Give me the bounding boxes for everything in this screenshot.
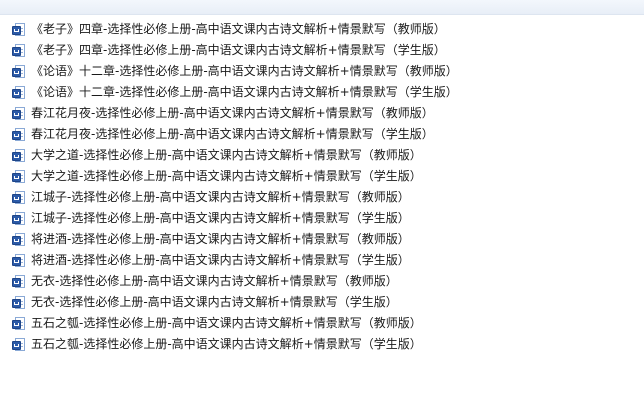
word-doc-icon (12, 106, 26, 121)
file-name: 无衣-选择性必修上册-高中语文课内古诗文解析+情景默写（学生版） (31, 295, 398, 309)
file-name: 春江花月夜-选择性必修上册-高中语文课内古诗文解析+情景默写（学生版） (31, 127, 434, 141)
file-name: 五石之瓠-选择性必修上册-高中语文课内古诗文解析+情景默写（教师版） (31, 316, 422, 330)
file-item[interactable]: 《论语》十二章-选择性必修上册-高中语文课内古诗文解析+情景默写（教师版） (0, 61, 644, 82)
file-name: 江城子-选择性必修上册-高中语文课内古诗文解析+情景默写（学生版） (31, 211, 410, 225)
file-name: 《老子》四章-选择性必修上册-高中语文课内古诗文解析+情景默写（教师版） (31, 22, 446, 36)
file-item[interactable]: 《论语》十二章-选择性必修上册-高中语文课内古诗文解析+情景默写（学生版） (0, 82, 644, 103)
word-doc-icon (12, 43, 26, 58)
word-doc-icon (12, 274, 26, 289)
file-item[interactable]: 大学之道-选择性必修上册-高中语文课内古诗文解析+情景默写（学生版） (0, 166, 644, 187)
file-item[interactable]: 大学之道-选择性必修上册-高中语文课内古诗文解析+情景默写（教师版） (0, 145, 644, 166)
explorer-header-bar (0, 0, 644, 15)
word-doc-icon (12, 232, 26, 247)
file-item[interactable]: 《老子》四章-选择性必修上册-高中语文课内古诗文解析+情景默写（学生版） (0, 40, 644, 61)
word-doc-icon (12, 253, 26, 268)
file-name: 大学之道-选择性必修上册-高中语文课内古诗文解析+情景默写（学生版） (31, 169, 422, 183)
file-name: 无衣-选择性必修上册-高中语文课内古诗文解析+情景默写（教师版） (31, 274, 398, 288)
word-doc-icon (12, 295, 26, 310)
file-list: 《老子》四章-选择性必修上册-高中语文课内古诗文解析+情景默写（教师版） 《老子… (0, 19, 644, 355)
file-name: 将进酒-选择性必修上册-高中语文课内古诗文解析+情景默写（教师版） (31, 232, 410, 246)
word-doc-icon (12, 337, 26, 352)
file-name: 《论语》十二章-选择性必修上册-高中语文课内古诗文解析+情景默写（学生版） (31, 85, 458, 99)
file-name: 《论语》十二章-选择性必修上册-高中语文课内古诗文解析+情景默写（教师版） (31, 64, 458, 78)
word-doc-icon (12, 85, 26, 100)
file-name: 大学之道-选择性必修上册-高中语文课内古诗文解析+情景默写（教师版） (31, 148, 422, 162)
file-name: 江城子-选择性必修上册-高中语文课内古诗文解析+情景默写（教师版） (31, 190, 410, 204)
file-name: 《老子》四章-选择性必修上册-高中语文课内古诗文解析+情景默写（学生版） (31, 43, 446, 57)
word-doc-icon (12, 211, 26, 226)
file-item[interactable]: 将进酒-选择性必修上册-高中语文课内古诗文解析+情景默写（学生版） (0, 250, 644, 271)
file-item[interactable]: 江城子-选择性必修上册-高中语文课内古诗文解析+情景默写（教师版） (0, 187, 644, 208)
file-item[interactable]: 江城子-选择性必修上册-高中语文课内古诗文解析+情景默写（学生版） (0, 208, 644, 229)
word-doc-icon (12, 316, 26, 331)
file-item[interactable]: 无衣-选择性必修上册-高中语文课内古诗文解析+情景默写（教师版） (0, 271, 644, 292)
word-doc-icon (12, 127, 26, 142)
file-name: 五石之瓠-选择性必修上册-高中语文课内古诗文解析+情景默写（学生版） (31, 337, 422, 351)
file-name: 春江花月夜-选择性必修上册-高中语文课内古诗文解析+情景默写（教师版） (31, 106, 434, 120)
file-item[interactable]: 五石之瓠-选择性必修上册-高中语文课内古诗文解析+情景默写（学生版） (0, 334, 644, 355)
word-doc-icon (12, 64, 26, 79)
file-item[interactable]: 春江花月夜-选择性必修上册-高中语文课内古诗文解析+情景默写（学生版） (0, 124, 644, 145)
file-item[interactable]: 春江花月夜-选择性必修上册-高中语文课内古诗文解析+情景默写（教师版） (0, 103, 644, 124)
file-item[interactable]: 将进酒-选择性必修上册-高中语文课内古诗文解析+情景默写（教师版） (0, 229, 644, 250)
word-doc-icon (12, 22, 26, 37)
file-name: 将进酒-选择性必修上册-高中语文课内古诗文解析+情景默写（学生版） (31, 253, 410, 267)
word-doc-icon (12, 148, 26, 163)
file-item[interactable]: 五石之瓠-选择性必修上册-高中语文课内古诗文解析+情景默写（教师版） (0, 313, 644, 334)
file-item[interactable]: 无衣-选择性必修上册-高中语文课内古诗文解析+情景默写（学生版） (0, 292, 644, 313)
word-doc-icon (12, 190, 26, 205)
word-doc-icon (12, 169, 26, 184)
file-item[interactable]: 《老子》四章-选择性必修上册-高中语文课内古诗文解析+情景默写（教师版） (0, 19, 644, 40)
